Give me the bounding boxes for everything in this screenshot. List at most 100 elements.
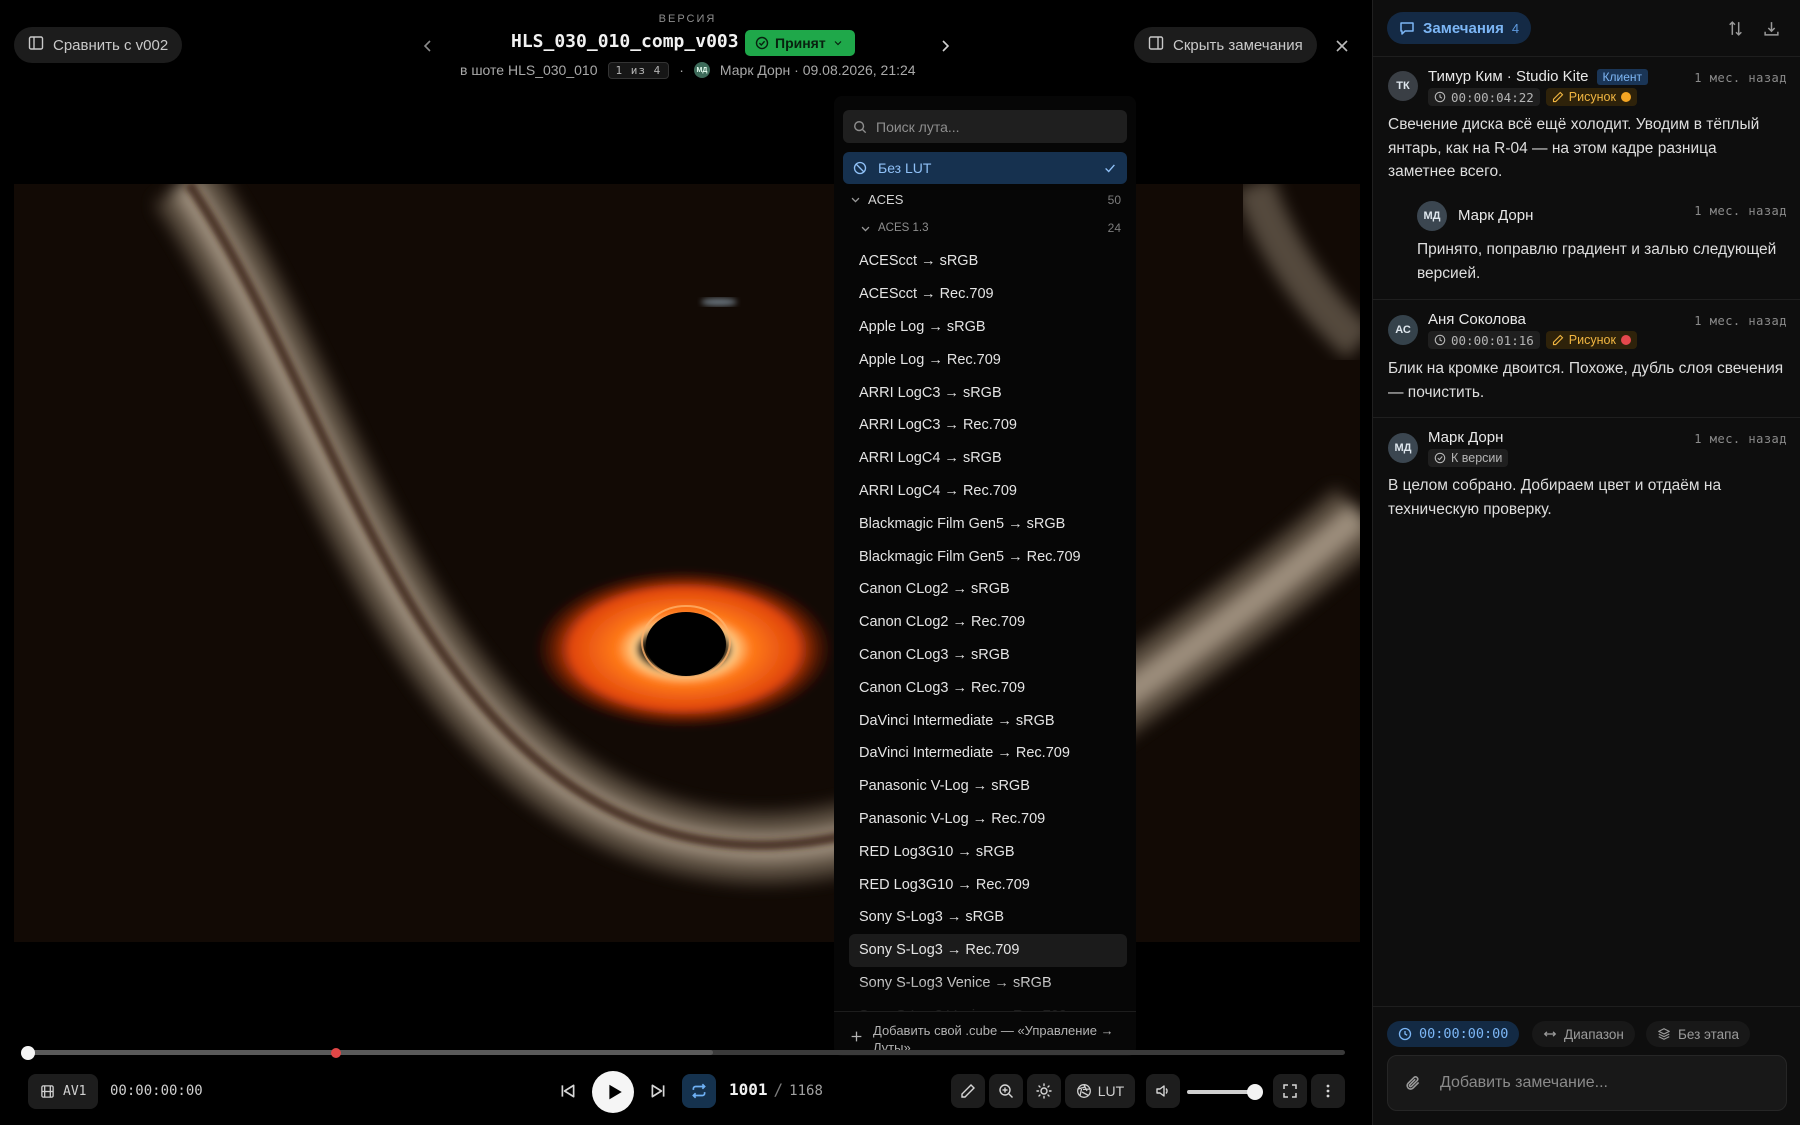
download-button[interactable] [1761, 18, 1781, 38]
shot-label: в шоте HLS_030_010 [460, 62, 598, 78]
note-time-ago: 1 мес. назад [1694, 432, 1787, 446]
volume-knob[interactable] [1247, 1084, 1263, 1100]
notes-tab[interactable]: Замечания 4 [1387, 12, 1532, 44]
note-composer-input[interactable]: Добавить замечание... [1387, 1055, 1787, 1111]
lut-item[interactable]: Panasonic V-Log → sRGB [849, 770, 1127, 803]
lut-group-aces[interactable]: ACES 50 [843, 192, 1127, 207]
mute-button[interactable] [1146, 1074, 1180, 1108]
exposure-button[interactable] [1027, 1074, 1061, 1108]
lut-item[interactable]: Sony S-Log3 → sRGB [849, 901, 1127, 934]
zoom-button[interactable] [989, 1074, 1023, 1108]
clock-icon [1398, 1027, 1412, 1041]
note-item[interactable]: АС Аня Соколова 1 мес. назад 00:00:01:16… [1373, 300, 1800, 418]
zoom-in-icon [999, 1084, 1013, 1098]
draw-tool-button[interactable] [951, 1074, 985, 1108]
frame-separator: / [773, 1080, 784, 1099]
lut-item[interactable]: Canon CLog2 → Rec.709 [849, 606, 1127, 639]
timeline-note-marker[interactable] [330, 1047, 341, 1058]
plus-icon [851, 1031, 862, 1042]
video-frame[interactable] [14, 184, 1360, 942]
lut-item[interactable]: Blackmagic Film Gen5 → Rec.709 [849, 540, 1127, 573]
note-meta: 00:00:01:16 Рисунок [1428, 331, 1637, 349]
chevron-down-icon [834, 41, 842, 46]
reply-text: Принято, поправлю градиент и залью следу… [1417, 241, 1777, 282]
lut-item[interactable]: Blackmagic Film Gen5 → sRGB [849, 507, 1127, 540]
close-button[interactable] [1330, 34, 1354, 58]
lut-none-option[interactable]: Без LUT [843, 152, 1127, 184]
lut-item[interactable]: Canon CLog2 → sRGB [849, 573, 1127, 606]
clock-icon [1434, 91, 1446, 103]
lut-item[interactable]: DaVinci Intermediate → Rec.709 [849, 737, 1127, 770]
lut-item[interactable]: Canon CLog3 → Rec.709 [849, 671, 1127, 704]
lut-item[interactable]: ACEScct → sRGB [849, 245, 1127, 278]
next-frame-button[interactable] [645, 1078, 671, 1104]
lut-list: ACEScct → sRGB ACEScct → Rec.709 Apple Log… [849, 245, 1127, 1032]
fullscreen-button[interactable] [1273, 1074, 1307, 1108]
loop-toggle[interactable] [682, 1074, 716, 1108]
lut-item[interactable]: Sony S-Log3 → Rec.709 [849, 933, 1127, 967]
lut-item[interactable]: Canon CLog3 → sRGB [849, 639, 1127, 672]
track-label: AV1 [63, 1084, 87, 1099]
note-tag: Рисунок [1568, 90, 1616, 104]
timeline-buffered [28, 1050, 713, 1055]
note-drawing-chip[interactable]: Рисунок [1545, 331, 1637, 349]
volume-icon [1156, 1085, 1168, 1097]
note-text: Блик на кромке двоится. Похоже, дубль сл… [1388, 360, 1784, 401]
notes-tab-label: Замечания [1423, 19, 1504, 37]
avatar: АС [1388, 315, 1418, 345]
lut-item[interactable]: Panasonic V-Log → Rec.709 [849, 803, 1127, 836]
lut-item[interactable]: RED Log3G10 → Rec.709 [849, 868, 1127, 901]
play-button[interactable] [592, 1071, 634, 1113]
note-item[interactable]: ТК Тимур Ким · Studio Kite Клиент 1 мес.… [1373, 57, 1800, 300]
previous-frame-button[interactable] [555, 1078, 581, 1104]
loop-icon [692, 1083, 706, 1099]
close-icon [1336, 40, 1348, 52]
more-button[interactable] [1311, 1074, 1345, 1108]
lut-button-label: LUT [1097, 1083, 1125, 1099]
next-version-button[interactable] [935, 34, 955, 58]
composer-stage-chip[interactable]: Без этапа [1646, 1021, 1750, 1047]
lut-button[interactable]: LUT [1065, 1074, 1135, 1108]
lut-item[interactable]: ARRI LogC4 → Rec.709 [849, 475, 1127, 508]
frame-total: 1168 [789, 1083, 823, 1099]
lut-list-fade [834, 976, 1136, 1011]
hide-notes-button[interactable]: Скрыть замечания [1134, 27, 1317, 63]
compare-button[interactable]: Сравнить с v002 [14, 27, 183, 63]
note-item[interactable]: МД Марк Дорн 1 мес. назад К версии В цел… [1373, 418, 1800, 538]
note-timecode-chip[interactable]: 00:00:04:22 [1428, 88, 1540, 106]
lut-item[interactable]: RED Log3G10 → sRGB [849, 835, 1127, 868]
check-circle-icon [1434, 452, 1446, 464]
composer-range-chip[interactable]: Диапазон [1532, 1021, 1635, 1047]
composer-timecode-chip[interactable]: 00:00:00:00 [1387, 1021, 1520, 1047]
more-vertical-icon [1326, 1084, 1330, 1098]
lut-subgroup-aces-1-3[interactable]: ACES 1.3 24 [843, 221, 1127, 235]
comment-icon [1400, 22, 1414, 35]
frame-current: 1001 [729, 1080, 768, 1099]
note-timecode-chip[interactable]: 00:00:01:16 [1428, 331, 1540, 349]
skip-forward-icon [651, 1084, 665, 1098]
lut-item[interactable]: Apple Log → sRGB [849, 311, 1127, 344]
lut-item[interactable]: ARRI LogC3 → Rec.709 [849, 409, 1127, 442]
lut-item[interactable]: Apple Log → Rec.709 [849, 343, 1127, 376]
notes-panel: Замечания 4 ТК Тимур Ким · Studio Kite К… [1372, 0, 1800, 1125]
lut-item[interactable]: DaVinci Intermediate → sRGB [849, 704, 1127, 737]
lut-search-input[interactable]: Поиск лута... [843, 110, 1127, 143]
timeline-scrubber[interactable] [21, 1045, 1345, 1060]
status-dropdown[interactable]: Принят [745, 30, 855, 56]
lut-subgroup-count: 24 [1107, 221, 1121, 235]
note-drawing-chip[interactable]: Рисунок [1545, 88, 1637, 106]
timeline-playhead[interactable] [21, 1045, 35, 1060]
lut-item[interactable]: ACEScct → Rec.709 [849, 278, 1127, 311]
viewer: Сравнить с v002 ВЕРСИЯ HLS_030_010_comp_… [0, 0, 1372, 1125]
sort-button[interactable] [1725, 18, 1745, 38]
prev-version-button[interactable] [418, 34, 438, 58]
lut-item[interactable]: ARRI LogC4 → sRGB [849, 442, 1127, 475]
note-text: Свечение диска всё ещё холодит. Уводим в… [1388, 116, 1760, 180]
note-tag: Рисунок [1568, 333, 1616, 347]
composer-placeholder: Добавить замечание... [1440, 1074, 1608, 1091]
note-tag: К версии [1451, 451, 1503, 465]
avatar: МД [1417, 201, 1447, 231]
lut-item[interactable]: ARRI LogC3 → sRGB [849, 376, 1127, 409]
track-selector[interactable]: AV1 [28, 1074, 99, 1109]
note-timecode: 00:00:04:22 [1451, 89, 1534, 105]
